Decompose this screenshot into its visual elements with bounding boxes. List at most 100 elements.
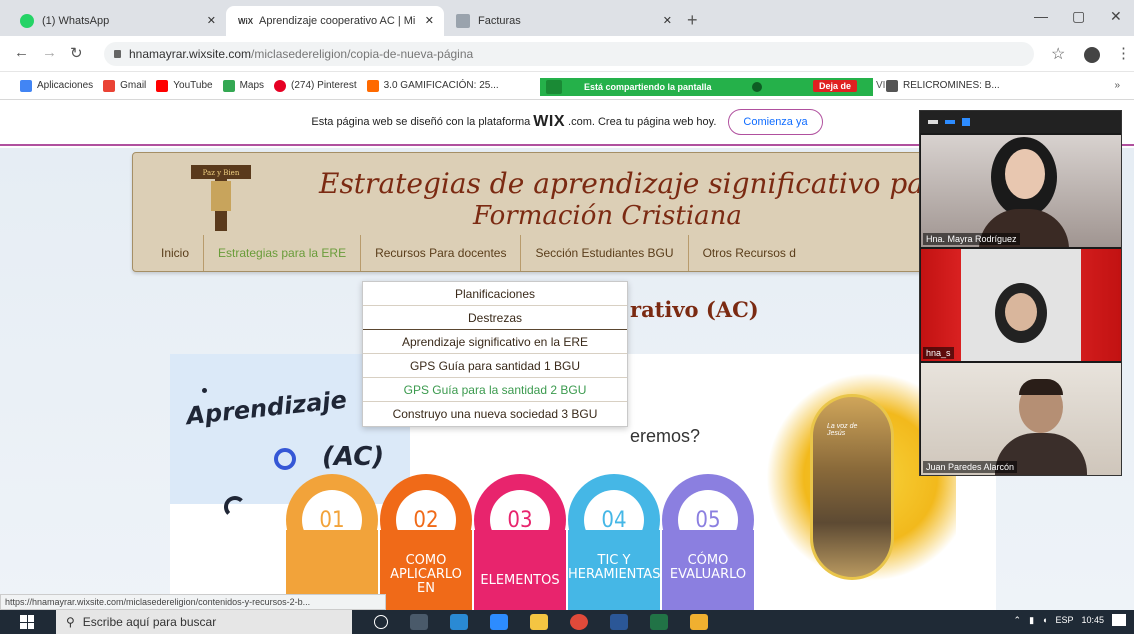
nav-seccion-estudiantes[interactable]: Sección Estudiantes BGU xyxy=(521,235,689,271)
site-title-line1: Estrategias de aprendizaje significativo… xyxy=(319,167,955,200)
banner-text: Esta página web se diseñó con la platafo… xyxy=(311,116,531,128)
language-indicator[interactable]: ESP xyxy=(1055,615,1073,625)
excel-icon[interactable] xyxy=(650,614,668,630)
bookmark-relicromines[interactable]: RELICROMINES: B... xyxy=(886,79,1000,92)
dropdown-construyo[interactable]: Construyo una nueva sociedad 3 BGU xyxy=(363,402,627,426)
start-now-button[interactable]: Comienza ya xyxy=(728,109,823,135)
tab-label: Facturas xyxy=(478,15,521,27)
clock[interactable]: 10:45 xyxy=(1081,615,1104,625)
menu-icon[interactable]: ⋮ xyxy=(1116,44,1131,62)
bookmark-youtube[interactable]: YouTube xyxy=(156,79,213,92)
tab-whatsapp[interactable]: (1) WhatsApp ✕ xyxy=(8,6,226,36)
gallery-icon[interactable] xyxy=(962,118,970,126)
file-explorer-icon[interactable] xyxy=(530,614,548,630)
bookmark-gamificacion[interactable]: 3.0 GAMIFICACIÓN: 25... xyxy=(366,79,499,92)
site-title-line2: Formación Cristiana xyxy=(473,201,742,231)
screen-share-bar: Está compartiendo la pantalla Deja de xyxy=(540,78,873,96)
new-tab-button[interactable]: + xyxy=(687,10,698,31)
tab-strip: (1) WhatsApp ✕ WiX Aprendizaje cooperati… xyxy=(0,0,1134,36)
bookmark-gmail[interactable]: Gmail xyxy=(103,79,147,92)
nav-recursos-docentes[interactable]: Recursos Para docentes xyxy=(361,235,522,271)
volume-icon[interactable]: ◖ xyxy=(1042,615,1047,625)
back-icon[interactable]: ← xyxy=(14,44,29,61)
word-icon[interactable] xyxy=(610,614,628,630)
close-icon[interactable]: ✕ xyxy=(207,14,216,27)
url-bar[interactable]: hnamayrar.wixsite.com /miclasedereligion… xyxy=(104,42,1034,66)
cortana-icon[interactable] xyxy=(374,615,388,629)
close-window-icon[interactable]: ✕ xyxy=(1110,8,1122,25)
nav-inicio[interactable]: Inicio xyxy=(133,235,205,271)
bookmark-pinterest[interactable]: (274) Pinterest xyxy=(274,79,357,92)
extension-icon[interactable] xyxy=(1084,47,1100,63)
step-02-label[interactable]: COMO APLICARLO EN xyxy=(380,530,472,610)
book-cover-image[interactable]: La voz de Jesús xyxy=(810,394,894,580)
nav-otros-recursos[interactable]: Otros Recursos d xyxy=(689,235,810,271)
page-icon xyxy=(456,14,470,28)
windows-start-icon[interactable] xyxy=(20,615,34,629)
bookmark-label: Maps xyxy=(239,80,265,91)
bookmark-overflow-label: VI... xyxy=(876,80,894,91)
search-placeholder: Escribe aquí para buscar xyxy=(82,615,217,629)
zoom-app-icon[interactable] xyxy=(490,614,508,630)
task-view-icon[interactable] xyxy=(410,614,428,630)
gmail-icon xyxy=(103,79,116,92)
bookmark-apps[interactable]: Aplicaciones xyxy=(20,79,93,92)
person-face xyxy=(1005,149,1045,199)
bookmark-maps[interactable]: Maps xyxy=(222,79,265,92)
minimize-icon[interactable]: — xyxy=(1034,8,1048,24)
arc-decoration xyxy=(224,496,246,518)
share-settings-icon[interactable] xyxy=(751,82,762,92)
maps-icon xyxy=(222,79,235,92)
maximize-icon[interactable]: ▢ xyxy=(1072,8,1085,25)
tau-logo: Paz y Bien xyxy=(191,165,251,231)
step-04-label[interactable]: TIC Y HERAMIENTAS xyxy=(568,530,660,610)
tab-wix[interactable]: WiX Aprendizaje cooperativo AC | Mi ✕ xyxy=(226,6,444,36)
pinterest-icon xyxy=(274,79,287,92)
reload-icon[interactable]: ↻ xyxy=(70,44,83,62)
youtube-icon xyxy=(156,79,169,92)
mail-icon[interactable] xyxy=(450,614,468,630)
step-03-label[interactable]: ELEMENTOS xyxy=(474,530,566,610)
zoom-participants-panel: Hna. Mayra Rodríguez hna_s Juan Paredes … xyxy=(919,110,1122,476)
stop-share-button[interactable]: Deja de xyxy=(812,80,857,92)
taskbar-search[interactable]: ⚲ Escribe aquí para buscar xyxy=(56,610,352,634)
nav-estrategias[interactable]: Estrategias para la ERE xyxy=(204,235,362,271)
person-face xyxy=(1005,293,1037,331)
zoom-toolbar xyxy=(920,111,1121,133)
participant-video[interactable]: Juan Paredes Alarcón xyxy=(921,363,1121,475)
participant-video[interactable]: hna_s xyxy=(921,249,1121,361)
participant-video[interactable]: Hna. Mayra Rodríguez xyxy=(921,135,1121,247)
share-status: Está compartiendo la pantalla xyxy=(584,82,712,92)
participant-name: hna_s xyxy=(923,347,954,359)
view-icon[interactable] xyxy=(945,120,955,124)
site-header: Paz y Bien Estrategias de aprendizaje si… xyxy=(132,152,955,272)
tray-chevron-icon[interactable]: ⌃ xyxy=(1014,615,1022,626)
chrome-icon[interactable] xyxy=(570,614,588,630)
bookmark-label: 3.0 GAMIFICACIÓN: 25... xyxy=(383,80,499,91)
dropdown-planificaciones[interactable]: Planificaciones xyxy=(363,282,627,306)
url-path: /miclasedereligion/copia-de-nueva-página xyxy=(251,47,474,61)
bookmark-star-icon[interactable]: ☆ xyxy=(1051,44,1065,64)
network-icon[interactable]: ▮ xyxy=(1029,615,1034,626)
close-icon[interactable]: ✕ xyxy=(425,14,434,27)
minimize-icon[interactable] xyxy=(928,120,938,124)
tab-facturas[interactable]: Facturas ✕ xyxy=(444,6,682,36)
url-host: hnamayrar.wixsite.com xyxy=(129,47,252,61)
bookmarks-more-icon[interactable]: » xyxy=(1114,80,1120,91)
dropdown-destrezas[interactable]: Destrezas xyxy=(363,306,627,330)
dropdown-gps-1[interactable]: GPS Guía para santidad 1 BGU xyxy=(363,354,627,378)
app-icon[interactable] xyxy=(690,614,708,630)
dropdown-aprendizaje-significativo[interactable]: Aprendizaje significativo en la ERE xyxy=(363,330,627,354)
bookmark-label: (274) Pinterest xyxy=(291,80,357,91)
drag-handle-icon[interactable] xyxy=(546,80,562,94)
bookmark-label: Gmail xyxy=(120,80,147,91)
step-05-label[interactable]: CÓMO EVALUARLO xyxy=(662,530,754,610)
status-url: https://hnamayrar.wixsite.com/miclaseder… xyxy=(0,594,386,610)
dropdown-gps-2[interactable]: GPS Guía para la santidad 2 BGU xyxy=(363,378,627,402)
close-icon[interactable]: ✕ xyxy=(663,14,672,27)
notification-icon[interactable] xyxy=(1112,614,1126,626)
participant-name: Hna. Mayra Rodríguez xyxy=(923,233,1020,245)
bookmark-label: YouTube xyxy=(173,80,213,91)
forward-icon[interactable]: → xyxy=(42,44,57,61)
whatsapp-icon xyxy=(20,14,34,28)
